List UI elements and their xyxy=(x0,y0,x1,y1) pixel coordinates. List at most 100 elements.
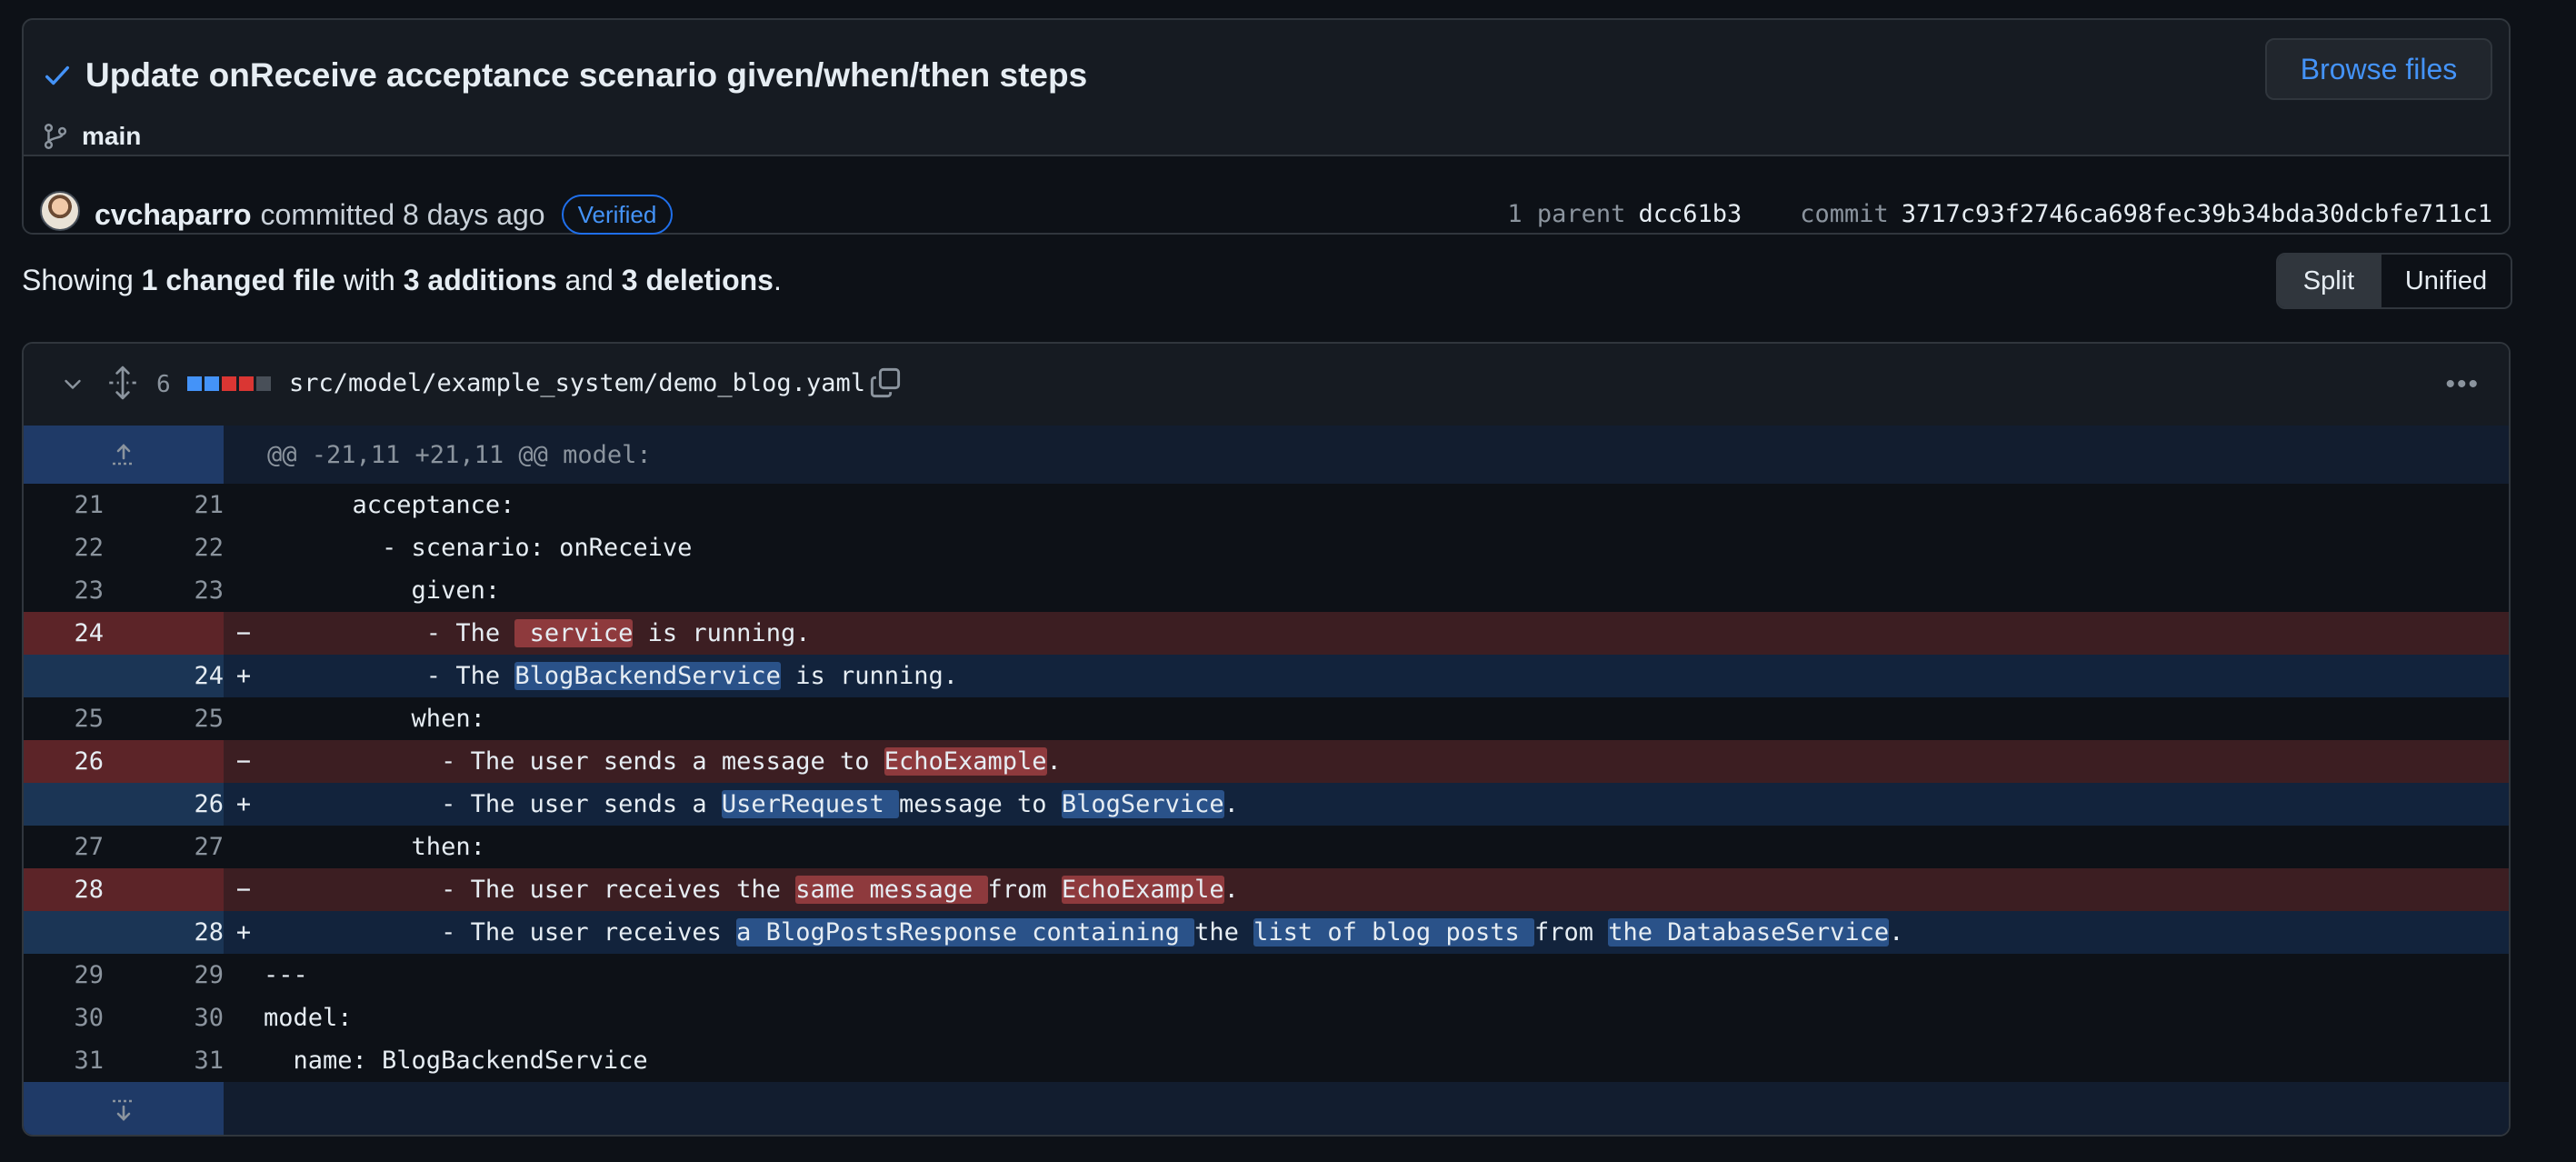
chevron-down-icon[interactable] xyxy=(62,373,84,395)
code-segment: . xyxy=(1223,876,1239,904)
code-line: acceptance: xyxy=(264,491,2509,519)
code-line: - The user receives the same message fro… xyxy=(264,876,2509,904)
code-line: model: xyxy=(264,1004,2509,1032)
new-line-number[interactable]: 28 xyxy=(104,918,224,947)
word-highlight: BlogService xyxy=(1061,790,1224,818)
parent-label: 1 parent xyxy=(1507,200,1626,228)
code-segment: name: BlogBackendService xyxy=(264,1047,648,1075)
code-line: then: xyxy=(264,833,2509,861)
word-highlight: EchoExample xyxy=(884,747,1047,776)
check-icon xyxy=(45,65,70,85)
old-line-number[interactable]: 23 xyxy=(24,576,104,605)
author-link[interactable]: cvchaparro xyxy=(95,198,252,232)
code-segment: message to xyxy=(899,790,1062,818)
commit-time: committed 8 days ago xyxy=(260,197,545,231)
branch-icon xyxy=(44,124,67,149)
code-segment: . xyxy=(1046,747,1062,776)
old-line-number[interactable]: 25 xyxy=(24,705,104,733)
avatar[interactable] xyxy=(40,191,80,231)
expand-down-icon xyxy=(113,1099,135,1121)
word-highlight: a BlogPostsResponse containing xyxy=(736,918,1195,947)
branch-row[interactable]: main xyxy=(42,122,141,151)
code-line: - The BlogBackendService is running. xyxy=(264,662,2509,690)
author-line: cvchaparro committed 8 days ago Verified xyxy=(95,195,674,235)
parent-sha[interactable]: dcc61b3 xyxy=(1638,200,1742,228)
commit-sha: 3717c93f2746ca698fec39b34bda30dcbfe711c1 xyxy=(1901,200,2492,228)
file-diff: 6 src/model/example_system/demo_blog.yam… xyxy=(22,342,2511,1137)
commit-title-area: Update onReceive acceptance scenario giv… xyxy=(24,20,2509,155)
diff-sign: − xyxy=(235,876,252,904)
diffstat-block xyxy=(256,376,271,391)
expand-up-button[interactable] xyxy=(24,426,224,484)
code-line: name: BlogBackendService xyxy=(264,1047,2509,1075)
code-line: - The user receives a BlogPostsResponse … xyxy=(264,918,2509,947)
word-highlight: same message xyxy=(795,876,988,904)
context-line: 30 30 model: xyxy=(24,997,2509,1039)
deleted-line: 26 − - The user sends a message to EchoEx… xyxy=(24,740,2509,783)
commit-header: Update onReceive acceptance scenario giv… xyxy=(22,18,2511,235)
code-segment: from xyxy=(1533,918,1609,947)
new-line-number[interactable]: 22 xyxy=(104,534,224,562)
new-line-number[interactable]: 23 xyxy=(104,576,224,605)
browse-files-button[interactable]: Browse files xyxy=(2265,38,2492,100)
code-segment: given: xyxy=(264,576,501,605)
expand-all-icon[interactable] xyxy=(107,366,138,400)
new-line-number[interactable]: 26 xyxy=(104,790,224,818)
file-path[interactable]: src/model/example_system/demo_blog.yaml xyxy=(289,369,865,397)
old-line-number[interactable]: 28 xyxy=(24,876,104,904)
code-segment: is running. xyxy=(633,619,811,647)
changed-files-count: 1 changed file xyxy=(141,264,336,296)
word-highlight: the DatabaseService xyxy=(1608,918,1890,947)
code-segment: - The xyxy=(264,619,515,647)
code-segment: the xyxy=(1194,918,1254,947)
code-segment: --- xyxy=(264,961,308,989)
more-options-icon[interactable]: ••• xyxy=(2445,371,2480,398)
commit-title-row: Update onReceive acceptance scenario giv… xyxy=(42,56,1087,95)
diff-sign: + xyxy=(235,790,252,818)
old-line-number[interactable]: 31 xyxy=(24,1047,104,1075)
code-line: - The user sends a message to EchoExampl… xyxy=(264,747,2509,776)
diff-table: @@ -21,11 +21,11 @@ model: 21 21 acceptan… xyxy=(24,426,2509,1135)
old-line-number[interactable]: 26 xyxy=(24,747,104,776)
new-line-number[interactable]: 27 xyxy=(104,833,224,861)
branch-name[interactable]: main xyxy=(82,122,141,151)
code-segment: when: xyxy=(264,705,485,733)
diffstat-block xyxy=(205,376,219,391)
code-segment: - The xyxy=(264,662,515,690)
context-line: 25 25 when: xyxy=(24,697,2509,740)
new-line-number[interactable]: 25 xyxy=(104,705,224,733)
old-line-number[interactable]: 29 xyxy=(24,961,104,989)
code-line: - scenario: onReceive xyxy=(264,534,2509,562)
expand-up-icon xyxy=(113,444,135,466)
split-view-button[interactable]: Split xyxy=(2278,255,2380,307)
word-highlight: UserRequest xyxy=(721,790,899,818)
expand-down-button[interactable] xyxy=(24,1082,224,1135)
new-line-number[interactable]: 30 xyxy=(104,1004,224,1032)
unified-view-button[interactable]: Unified xyxy=(2380,255,2511,307)
new-line-number[interactable]: 21 xyxy=(104,491,224,519)
commit-meta-bar: cvchaparro committed 8 days ago Verified… xyxy=(24,155,2509,235)
verified-badge[interactable]: Verified xyxy=(561,195,674,235)
code-segment: model: xyxy=(264,1004,353,1032)
context-line: 29 29 --- xyxy=(24,954,2509,997)
old-line-number[interactable]: 21 xyxy=(24,491,104,519)
code-line: --- xyxy=(264,961,2509,989)
diff-sign: − xyxy=(235,747,252,776)
code-segment: - The user receives xyxy=(264,918,737,947)
new-line-number[interactable]: 24 xyxy=(104,662,224,690)
added-line: 26 + - The user sends a UserRequest messa… xyxy=(24,783,2509,826)
deletions-count: 3 deletions xyxy=(621,264,774,296)
deleted-line: 24 − - The service is running. xyxy=(24,612,2509,655)
commit-meta: 1 parent dcc61b3 commit 3717c93f2746ca69… xyxy=(1507,200,2492,228)
word-highlight: BlogBackendService xyxy=(514,662,781,690)
old-line-number[interactable]: 24 xyxy=(24,619,104,647)
copy-icon[interactable] xyxy=(869,366,902,400)
new-line-number[interactable]: 31 xyxy=(104,1047,224,1075)
context-line: 27 27 then: xyxy=(24,826,2509,868)
code-segment: - scenario: onReceive xyxy=(264,534,693,562)
old-line-number[interactable]: 22 xyxy=(24,534,104,562)
old-line-number[interactable]: 30 xyxy=(24,1004,104,1032)
new-line-number[interactable]: 29 xyxy=(104,961,224,989)
code-segment: acceptance: xyxy=(264,491,515,519)
old-line-number[interactable]: 27 xyxy=(24,833,104,861)
